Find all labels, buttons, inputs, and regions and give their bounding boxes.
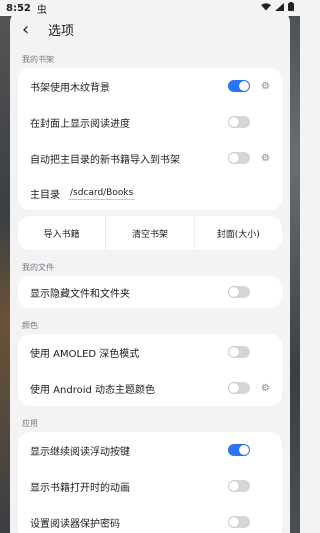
gear-icon[interactable]: ⚙	[254, 153, 270, 164]
toggle-knob	[239, 81, 249, 91]
setting-label: 显示书籍打开时的动画	[30, 482, 130, 494]
status-bar: 8:52 虫	[0, 0, 300, 16]
toggle-knob	[229, 383, 239, 393]
toggle-knob	[229, 287, 239, 297]
colors-card: 使用 AMOLED 深色模式 使用 Android 动态主题颜色 ⚙	[18, 334, 282, 406]
toggle-switch[interactable]	[228, 480, 250, 492]
setting-label: 在封面上显示阅读进度	[30, 118, 130, 130]
options-sheet: ‹ 选项 我的书架 书架使用木纹背景 ⚙ 在封面上显示阅读进度 自动把主目录的新…	[10, 10, 290, 533]
toggle-switch[interactable]	[228, 80, 250, 92]
setting-dynamic-color[interactable]: 使用 Android 动态主题颜色 ⚙	[18, 370, 282, 406]
section-label-shelf: 我的书架	[22, 55, 54, 64]
setting-label: 显示隐藏文件和文件夹	[30, 288, 130, 300]
main-directory-label: 主目录	[30, 189, 60, 201]
app-card: 显示继续阅读浮动按键 显示书籍打开时的动画 设置阅读器保护密码	[18, 432, 282, 533]
cover-size-button[interactable]: 封面(大小)	[195, 216, 282, 250]
section-label-colors: 颜色	[22, 321, 38, 330]
battery-icon	[288, 2, 294, 14]
setting-open-animation[interactable]: 显示书籍打开时的动画	[18, 468, 282, 504]
setting-label: 自动把主目录的新书籍导入到书架	[30, 154, 180, 166]
toggle-switch[interactable]	[228, 382, 250, 394]
setting-cover-progress[interactable]: 在封面上显示阅读进度	[18, 104, 282, 140]
clear-shelf-button[interactable]: 清空书架	[106, 216, 195, 250]
section-label-files: 我的文件	[22, 263, 54, 272]
gear-icon[interactable]: ⚙	[254, 383, 270, 394]
gear-icon[interactable]: ⚙	[254, 81, 270, 92]
main-directory-row: 主目录 /sdcard/Books	[18, 176, 282, 210]
toggle-knob	[239, 445, 249, 455]
status-time: 8:52	[6, 2, 31, 14]
setting-label: 设置阅读器保护密码	[30, 518, 120, 530]
toggle-knob	[229, 153, 239, 163]
setting-wood-background[interactable]: 书架使用木纹背景 ⚙	[18, 68, 282, 104]
section-label-app: 应用	[22, 419, 38, 428]
status-icons	[261, 2, 294, 14]
setting-label: 显示继续阅读浮动按键	[30, 446, 130, 458]
setting-reader-password[interactable]: 设置阅读器保护密码	[18, 504, 282, 533]
toggle-switch[interactable]	[228, 116, 250, 128]
back-arrow-icon[interactable]: ‹	[22, 19, 42, 40]
toggle-knob	[229, 117, 239, 127]
toggle-switch[interactable]	[228, 152, 250, 164]
page-title: 选项	[48, 23, 75, 39]
debug-icon: 虫	[36, 4, 47, 16]
toggle-switch[interactable]	[228, 286, 250, 298]
toggle-switch[interactable]	[228, 346, 250, 358]
toggle-switch[interactable]	[228, 444, 250, 456]
toggle-knob	[229, 517, 239, 527]
shelf-action-buttons: 导入书籍 清空书架 封面(大小)	[18, 216, 282, 250]
setting-auto-import[interactable]: 自动把主目录的新书籍导入到书架 ⚙	[18, 140, 282, 176]
shelf-card: 书架使用木纹背景 ⚙ 在封面上显示阅读进度 自动把主目录的新书籍导入到书架 ⚙ …	[18, 68, 282, 210]
wifi-icon	[261, 2, 271, 14]
files-card: 显示隐藏文件和文件夹	[18, 276, 282, 308]
import-books-button[interactable]: 导入书籍	[18, 216, 107, 250]
signal-icon	[275, 2, 284, 14]
setting-label: 书架使用木纹背景	[30, 82, 110, 94]
setting-amoled-dark[interactable]: 使用 AMOLED 深色模式	[18, 334, 282, 370]
background-edge-left	[0, 0, 10, 533]
setting-floating-continue[interactable]: 显示继续阅读浮动按键	[18, 432, 282, 468]
setting-label: 使用 Android 动态主题颜色	[30, 384, 156, 396]
toggle-switch[interactable]	[228, 516, 250, 528]
setting-label: 使用 AMOLED 深色模式	[30, 348, 140, 360]
background-edge-right	[290, 0, 300, 533]
setting-show-hidden-files[interactable]: 显示隐藏文件和文件夹	[18, 276, 282, 308]
toggle-knob	[229, 481, 239, 491]
toggle-knob	[229, 347, 239, 357]
main-directory-field[interactable]: /sdcard/Books	[68, 187, 136, 200]
